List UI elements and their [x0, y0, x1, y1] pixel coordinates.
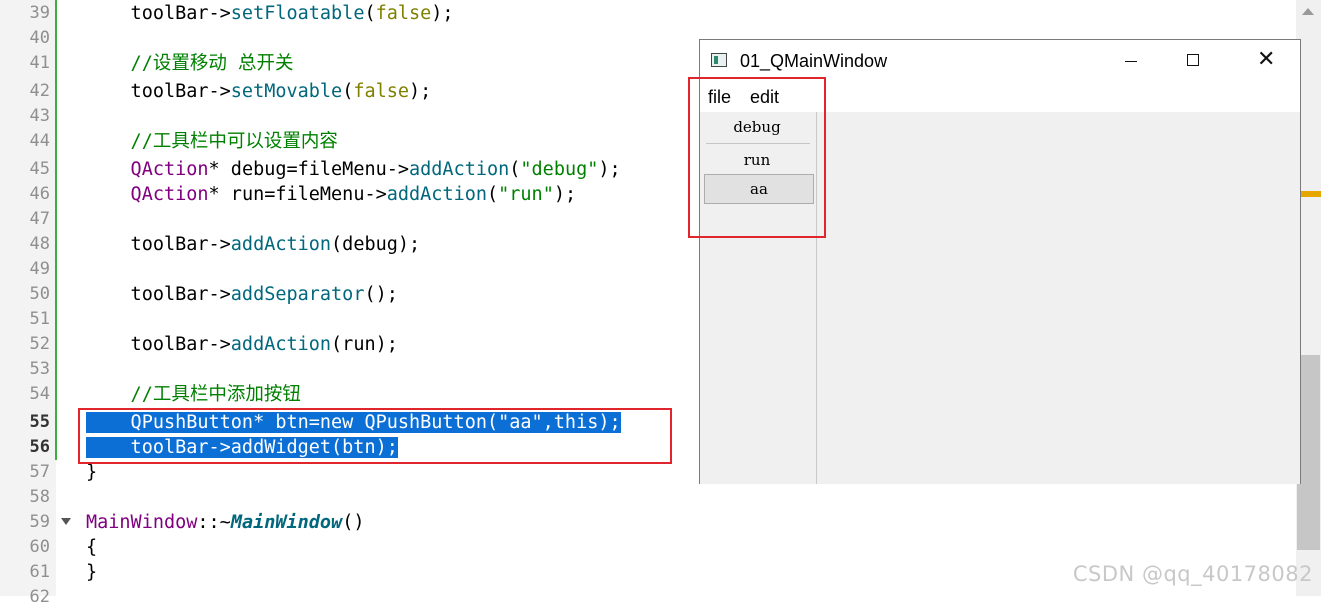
code-text: //工具栏中可以设置内容 — [86, 129, 338, 154]
code-token: ::~ — [197, 512, 231, 533]
line-number: 62 — [29, 587, 50, 607]
code-token: * debug=fileMenu-> — [208, 159, 410, 180]
minimize-button[interactable] — [1108, 40, 1154, 82]
watermark: CSDN @qq_40178082 — [1072, 562, 1313, 586]
maximize-button[interactable] — [1170, 40, 1216, 82]
central-widget — [817, 112, 1300, 484]
code-token: //工具栏中可以设置内容 — [86, 131, 338, 152]
line-number: 51 — [29, 309, 50, 329]
line-number: 61 — [29, 562, 50, 582]
highlight-box-code — [78, 408, 672, 464]
code-token: //设置移动 总开关 — [86, 53, 294, 74]
line-number: 54 — [29, 384, 50, 404]
code-token: addAction — [230, 334, 332, 355]
line-number: 58 — [29, 487, 50, 507]
line-number: 45 — [29, 159, 50, 179]
code-text: QAction* debug=fileMenu->addAction("debu… — [86, 157, 621, 182]
code-token: "run" — [498, 184, 554, 205]
scroll-up-arrow-icon[interactable] — [1302, 8, 1314, 15]
code-text: toolBar->setMovable(false); — [86, 79, 432, 104]
code-line[interactable]: 62 — [0, 585, 1296, 610]
code-token: toolBar-> — [86, 334, 231, 355]
code-line[interactable]: 59 MainWindow::~MainWindow() — [0, 510, 1296, 535]
code-token: } — [86, 562, 98, 583]
line-number: 42 — [29, 81, 50, 101]
code-token: //工具栏中添加按钮 — [86, 384, 301, 405]
code-token: ( — [487, 184, 499, 205]
code-token: ( — [364, 3, 376, 24]
code-text: MainWindow::~MainWindow() — [86, 510, 364, 535]
code-line[interactable]: 60 { — [0, 535, 1296, 560]
close-button[interactable]: ✕ — [1243, 40, 1289, 82]
code-token: toolBar-> — [86, 284, 231, 305]
line-number: 52 — [29, 334, 50, 354]
line-number: 41 — [29, 53, 50, 73]
close-icon: ✕ — [1257, 47, 1276, 72]
code-line[interactable]: 58 — [0, 485, 1296, 510]
code-token: (debug); — [331, 234, 421, 255]
code-token: "debug" — [520, 159, 599, 180]
line-number: 56 — [29, 437, 50, 457]
code-token: addSeparator — [230, 284, 365, 305]
code-token: ); — [431, 3, 454, 24]
line-number: 47 — [29, 209, 50, 229]
line-number: 55 — [29, 412, 50, 432]
line-number: 53 — [29, 359, 50, 379]
code-text: toolBar->addAction(debug); — [86, 232, 421, 257]
line-number: 48 — [29, 234, 50, 254]
code-text: QAction* run=fileMenu->addAction("run"); — [86, 182, 577, 207]
line-number: 50 — [29, 284, 50, 304]
code-token: setMovable — [230, 81, 343, 102]
scroll-change-marker — [1301, 191, 1321, 197]
code-token: ); — [409, 81, 432, 102]
code-token: } — [86, 462, 98, 483]
code-token: () — [342, 512, 365, 533]
code-token: * run=fileMenu-> — [208, 184, 387, 205]
code-token: (); — [364, 284, 398, 305]
code-token: QAction — [86, 184, 209, 205]
line-number: 46 — [29, 184, 50, 204]
code-text: toolBar->addAction(run); — [86, 332, 398, 357]
minimize-icon — [1125, 61, 1137, 62]
code-token: (run); — [331, 334, 398, 355]
window-title: 01_QMainWindow — [740, 51, 888, 71]
code-token: ( — [509, 159, 521, 180]
code-text: //工具栏中添加按钮 — [86, 382, 301, 407]
fold-arrow-icon[interactable] — [61, 518, 71, 525]
code-text: { — [86, 535, 97, 560]
code-token: MainWindow — [230, 512, 343, 533]
line-number: 44 — [29, 131, 50, 151]
code-token: ); — [553, 184, 577, 205]
code-token: { — [86, 537, 98, 558]
code-token: addAction — [386, 184, 487, 205]
line-number: 49 — [29, 259, 50, 279]
code-token: setFloatable — [230, 3, 365, 24]
line-number: 43 — [29, 106, 50, 126]
line-number: 60 — [29, 537, 50, 557]
window-titlebar[interactable]: 01_QMainWindow ✕ — [700, 40, 1300, 82]
code-token: false — [375, 3, 432, 24]
line-number: 39 — [29, 3, 50, 23]
highlight-box-window — [688, 77, 826, 238]
code-token: ); — [598, 159, 621, 180]
code-text: toolBar->setFloatable(false); — [86, 1, 454, 26]
line-number: 40 — [29, 28, 50, 48]
code-token: addAction — [409, 159, 510, 180]
code-token: toolBar-> — [86, 81, 231, 102]
maximize-icon — [1187, 54, 1199, 66]
code-token: false — [353, 81, 410, 102]
code-text: //设置移动 总开关 — [86, 51, 294, 76]
code-token: toolBar-> — [86, 234, 231, 255]
line-number: 59 — [29, 512, 50, 532]
code-line[interactable]: 39 toolBar->setFloatable(false); — [0, 1, 1296, 26]
code-token: MainWindow — [86, 512, 198, 533]
line-number: 57 — [29, 462, 50, 482]
code-token: ( — [342, 81, 354, 102]
code-text: } — [86, 560, 97, 585]
code-token: QAction — [86, 159, 209, 180]
app-icon — [711, 53, 727, 67]
code-token: addAction — [230, 234, 332, 255]
code-token: toolBar-> — [86, 3, 231, 24]
code-text: toolBar->addSeparator(); — [86, 282, 398, 307]
